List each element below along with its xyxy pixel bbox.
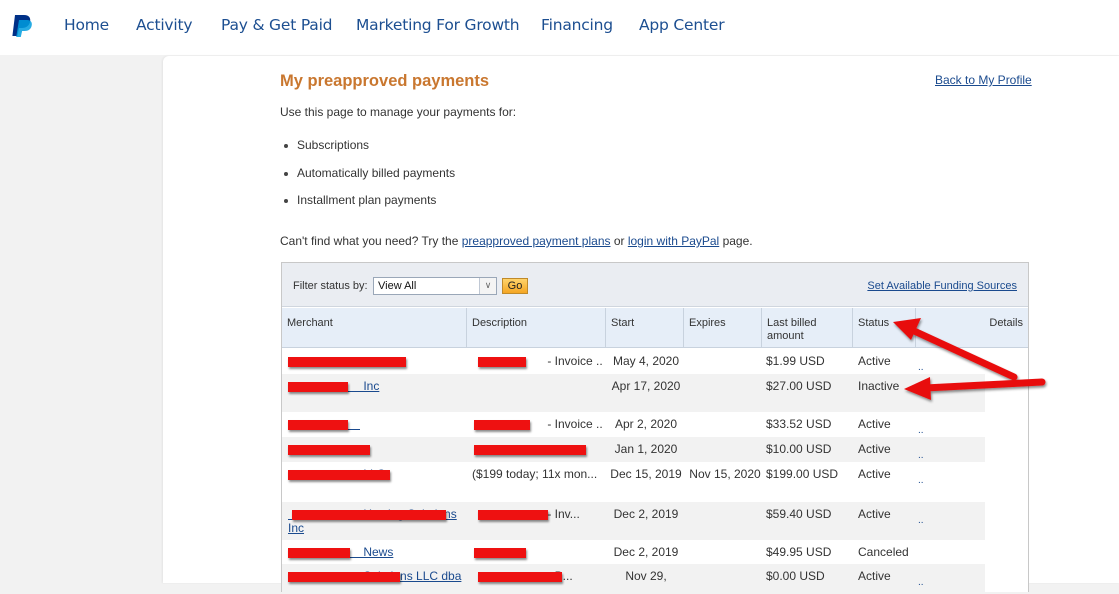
header-last-billed[interactable]: Last billed amount xyxy=(762,308,853,347)
start-date-cell: Apr 2, 2020 xyxy=(614,417,678,431)
status-filter-select[interactable]: View All ∨ xyxy=(373,277,497,295)
details-link[interactable]: .. xyxy=(918,514,924,528)
payments-table: Filter status by: View All ∨ Go Set Avai… xyxy=(281,262,1029,594)
go-button[interactable]: Go xyxy=(502,278,528,294)
set-funding-sources-link[interactable]: Set Available Funding Sources xyxy=(867,280,1017,292)
description-cell: ($199 today; 11x mon... xyxy=(472,467,598,481)
last-billed-amount-cell: $1.99 USD xyxy=(766,354,825,368)
header-merchant[interactable]: Merchant xyxy=(282,308,467,347)
last-billed-amount-cell: $59.40 USD xyxy=(766,507,832,521)
top-navigation: Home Activity Pay & Get Paid Marketing F… xyxy=(0,0,1119,55)
table-row[interactable]: LLC($199 today; 11x mon...Dec 15, 2019No… xyxy=(282,462,985,502)
table-row[interactable]: - Invoice ... Apr 2, 2020 $33.52 USD Active… xyxy=(282,412,985,437)
list-item: Automatically billed payments xyxy=(280,166,455,194)
login-with-paypal-link[interactable]: login with PayPal xyxy=(628,234,719,248)
details-link[interactable]: .. xyxy=(918,474,924,488)
help-text-suffix: page. xyxy=(719,234,753,248)
last-billed-amount-cell: $0.00 USD xyxy=(766,569,825,583)
payment-types-list: Subscriptions Automatically billed payme… xyxy=(280,138,455,221)
start-date-cell: Apr 17, 2020 xyxy=(611,379,681,393)
filter-selected-value: View All xyxy=(378,280,417,292)
status-cell: Canceled xyxy=(858,545,909,559)
redaction-mark xyxy=(474,420,530,430)
filter-label: Filter status by: xyxy=(293,280,368,292)
redaction-mark xyxy=(288,357,406,367)
start-date-cell: Dec 2, 2019 xyxy=(613,507,679,521)
table-row[interactable]: - Invoice ... May 4, 2020 $1.99 USD Active.… xyxy=(282,349,985,374)
details-link[interactable]: .. xyxy=(918,449,924,463)
redaction-mark xyxy=(288,420,348,430)
expires-date-cell: Nov 15, 2020 xyxy=(689,467,761,481)
main-content-panel: My preapproved payments Back to My Profi… xyxy=(163,56,1119,594)
last-billed-amount-cell: $199.00 USD xyxy=(766,467,839,481)
table-row[interactable]: Solutions LLC dba - B...Nov 29,$0.00 USD… xyxy=(282,564,985,594)
redaction-mark xyxy=(288,548,350,558)
nav-home[interactable]: Home xyxy=(64,16,109,34)
redaction-mark xyxy=(288,382,348,392)
help-text: Can't find what you need? Try the preapp… xyxy=(280,234,753,248)
list-item: Installment plan payments xyxy=(280,193,455,221)
header-expires[interactable]: Expires xyxy=(684,308,762,347)
redaction-mark xyxy=(478,357,526,367)
paypal-logo-icon[interactable] xyxy=(11,14,33,38)
nav-marketing-for-growth[interactable]: Marketing For Growth xyxy=(356,16,520,34)
nav-financing[interactable]: Financing xyxy=(541,16,613,34)
last-billed-amount-cell: $33.52 USD xyxy=(766,417,832,431)
table-row[interactable]: News Dec 2, 2019 $49.95 USD Canceled xyxy=(282,540,985,564)
filter-bar: Filter status by: View All ∨ Go Set Avai… xyxy=(282,263,1028,307)
chevron-down-icon[interactable]: ∨ xyxy=(479,278,496,294)
nav-app-center[interactable]: App Center xyxy=(639,16,725,34)
table-header: Merchant Description Start Expires Last … xyxy=(282,308,1028,348)
last-billed-amount-cell: $10.00 USD xyxy=(766,442,832,456)
redaction-mark xyxy=(478,510,548,520)
start-date-cell: Dec 2, 2019 xyxy=(613,545,679,559)
nav-pay-get-paid[interactable]: Pay & Get Paid xyxy=(221,16,333,34)
details-link[interactable]: .. xyxy=(918,424,924,438)
redaction-mark xyxy=(478,572,562,582)
redaction-mark xyxy=(288,572,400,582)
nav-activity[interactable]: Activity xyxy=(136,16,193,34)
last-billed-amount-cell: $27.00 USD xyxy=(766,379,832,393)
last-billed-amount-cell: $49.95 USD xyxy=(766,545,832,559)
start-date-cell: Nov 29, xyxy=(625,569,667,583)
redaction-mark xyxy=(474,548,526,558)
table-row[interactable]: Hosting Solutions Inc - Inv...Dec 2, 201… xyxy=(282,502,985,540)
table-row[interactable]: Inc Apr 17, 2020 $27.00 USD Inactive xyxy=(282,374,985,412)
details-link[interactable]: .. xyxy=(918,576,924,590)
page-title: My preapproved payments xyxy=(280,72,490,90)
redaction-mark xyxy=(288,445,370,455)
redaction-mark xyxy=(474,445,586,455)
start-date-cell: Jan 1, 2020 xyxy=(614,442,678,456)
start-date-cell: May 4, 2020 xyxy=(612,354,680,368)
back-to-profile-link[interactable]: Back to My Profile xyxy=(935,73,1032,87)
help-text-prefix: Can't find what you need? Try the xyxy=(280,234,462,248)
details-link[interactable]: .. xyxy=(918,361,924,375)
list-item: Subscriptions xyxy=(280,138,455,166)
header-status[interactable]: Status xyxy=(853,308,916,347)
table-row[interactable]: ...Jan 1, 2020$10.00 USDActive.. xyxy=(282,437,985,462)
preapproved-payment-plans-link[interactable]: preapproved payment plans xyxy=(462,234,611,248)
header-details: Details xyxy=(989,317,1023,329)
header-description[interactable]: Description xyxy=(467,308,606,347)
redaction-mark xyxy=(292,510,446,520)
help-text-mid: or xyxy=(610,234,628,248)
intro-text: Use this page to manage your payments fo… xyxy=(280,105,517,119)
redaction-mark xyxy=(288,470,390,480)
start-date-cell: Dec 15, 2019 xyxy=(610,467,682,481)
header-start[interactable]: Start xyxy=(606,308,684,347)
status-cell: Inactive xyxy=(858,379,900,393)
